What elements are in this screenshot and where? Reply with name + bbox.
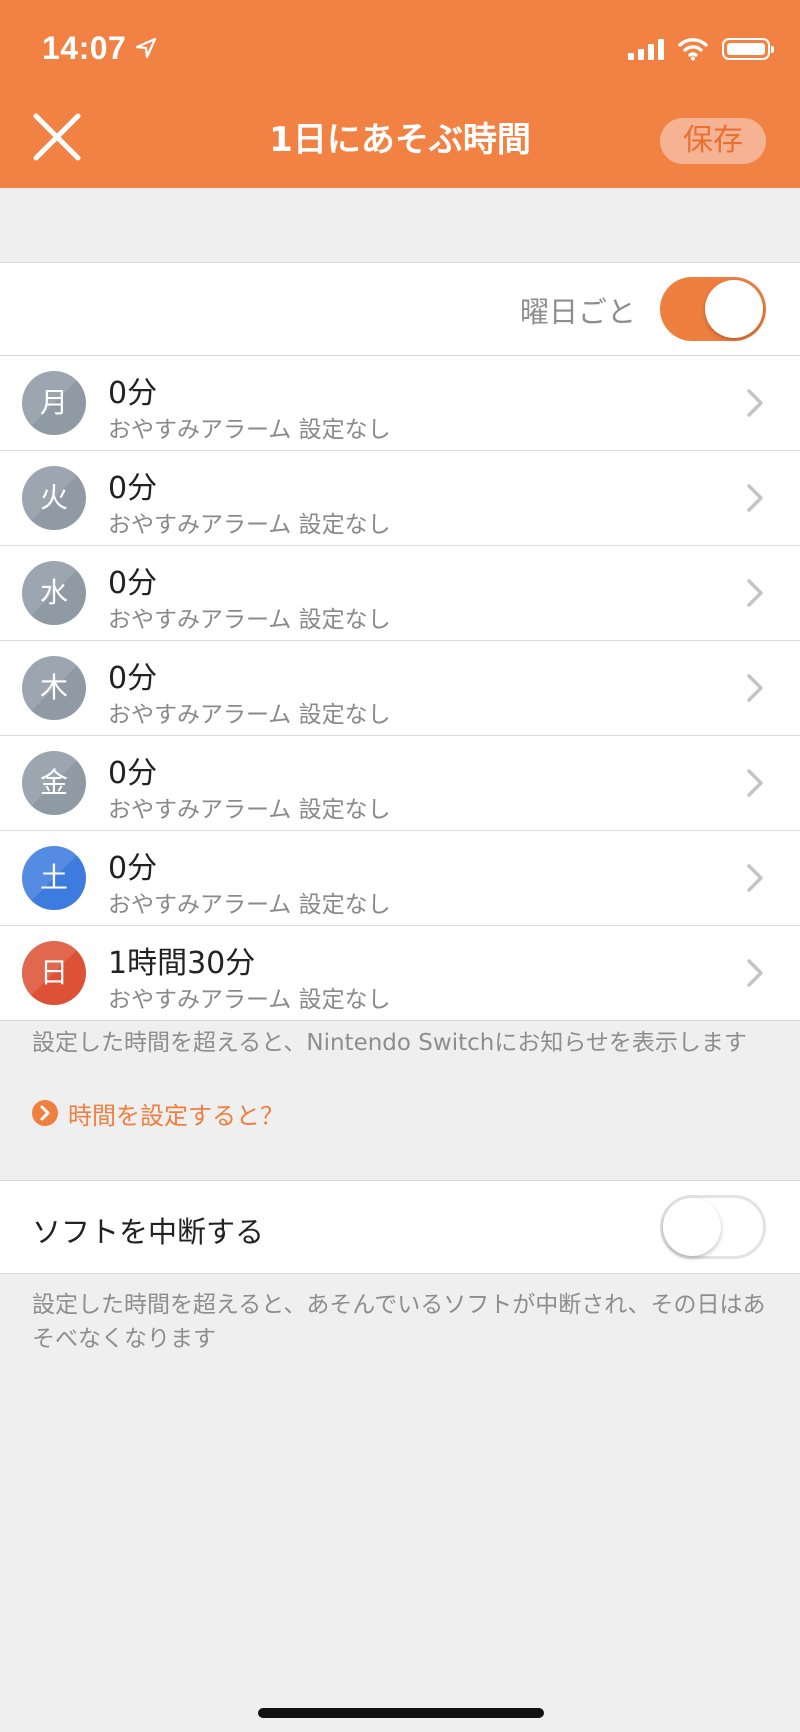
wifi-icon xyxy=(678,38,708,61)
interrupt-label: ソフトを中断する xyxy=(32,1215,265,1249)
day-alarm: おやすみアラーム 設定なし xyxy=(108,512,391,538)
status-icons xyxy=(628,34,774,64)
play-time-card: 曜日ごと 月 0分 おやすみアラーム 設定なし 火 0分 おやすみアラーム 設定… xyxy=(0,262,800,1021)
weekday-toggle-label: 曜日ごと xyxy=(519,295,636,329)
day-time: 0分 xyxy=(108,471,158,506)
toggle-knob xyxy=(705,280,763,338)
chevron-right-icon xyxy=(747,674,763,702)
interrupt-card: ソフトを中断する xyxy=(0,1180,800,1274)
chevron-circle-icon xyxy=(32,1100,58,1126)
help-link-text: 時間を設定すると？ xyxy=(68,1101,284,1130)
status-time: 14:07 xyxy=(42,30,127,66)
day-time: 0分 xyxy=(108,376,158,411)
day-badge: 火 xyxy=(22,466,86,530)
day-alarm: おやすみアラーム 設定なし xyxy=(108,702,391,728)
day-time: 0分 xyxy=(108,566,158,601)
day-time: 0分 xyxy=(108,661,158,696)
day-time: 1時間30分 xyxy=(108,946,256,981)
home-indicator xyxy=(258,1708,544,1718)
day-time: 0分 xyxy=(108,756,158,791)
chevron-right-icon xyxy=(747,484,763,512)
day-row-sat[interactable]: 土 0分 おやすみアラーム 設定なし xyxy=(0,831,800,926)
weekday-toggle-row: 曜日ごと xyxy=(0,263,800,356)
day-badge: 金 xyxy=(22,751,86,815)
day-row-fri[interactable]: 金 0分 おやすみアラーム 設定なし xyxy=(0,736,800,831)
day-badge: 月 xyxy=(22,371,86,435)
day-alarm: おやすみアラーム 設定なし xyxy=(108,892,391,918)
day-row-mon[interactable]: 月 0分 おやすみアラーム 設定なし xyxy=(0,356,800,451)
header-bar: 14:07 1日にあそぶ時間 保存 xyxy=(0,0,800,188)
day-alarm: おやすみアラーム 設定なし xyxy=(108,607,391,633)
day-row-wed[interactable]: 水 0分 おやすみアラーム 設定なし xyxy=(0,546,800,641)
cellular-signal-icon xyxy=(628,38,664,60)
chevron-right-icon xyxy=(747,579,763,607)
interrupt-note: 設定した時間を超えると、あそんでいるソフトが中断され、その日はあそべなくなります xyxy=(32,1292,766,1352)
toggle-knob xyxy=(663,1198,721,1256)
chevron-right-icon xyxy=(747,389,763,417)
chevron-right-icon xyxy=(747,959,763,987)
location-arrow-icon xyxy=(135,37,157,59)
day-row-tue[interactable]: 火 0分 おやすみアラーム 設定なし xyxy=(0,451,800,546)
battery-icon xyxy=(722,38,774,60)
save-button[interactable]: 保存 xyxy=(660,118,766,164)
weekday-toggle-switch[interactable] xyxy=(660,277,766,341)
chevron-right-icon xyxy=(747,769,763,797)
day-badge: 水 xyxy=(22,561,86,625)
day-row-sun[interactable]: 日 1時間30分 おやすみアラーム 設定なし xyxy=(0,926,800,1020)
day-time: 0分 xyxy=(108,851,158,886)
day-badge: 木 xyxy=(22,656,86,720)
interrupt-toggle-switch[interactable] xyxy=(660,1195,766,1259)
day-alarm: おやすみアラーム 設定なし xyxy=(108,417,391,443)
help-link[interactable]: 時間を設定すると？ xyxy=(32,1096,284,1130)
day-alarm: おやすみアラーム 設定なし xyxy=(108,797,391,823)
day-badge: 土 xyxy=(22,846,86,910)
day-row-thu[interactable]: 木 0分 おやすみアラーム 設定なし xyxy=(0,641,800,736)
day-badge: 日 xyxy=(22,941,86,1005)
day-alarm: おやすみアラーム 設定なし xyxy=(108,987,391,1013)
notice-text: 設定した時間を超えると、Nintendo Switchにお知らせを表示します xyxy=(32,1030,747,1056)
day-list: 月 0分 おやすみアラーム 設定なし 火 0分 おやすみアラーム 設定なし 水 … xyxy=(0,356,800,1020)
chevron-right-icon xyxy=(747,864,763,892)
